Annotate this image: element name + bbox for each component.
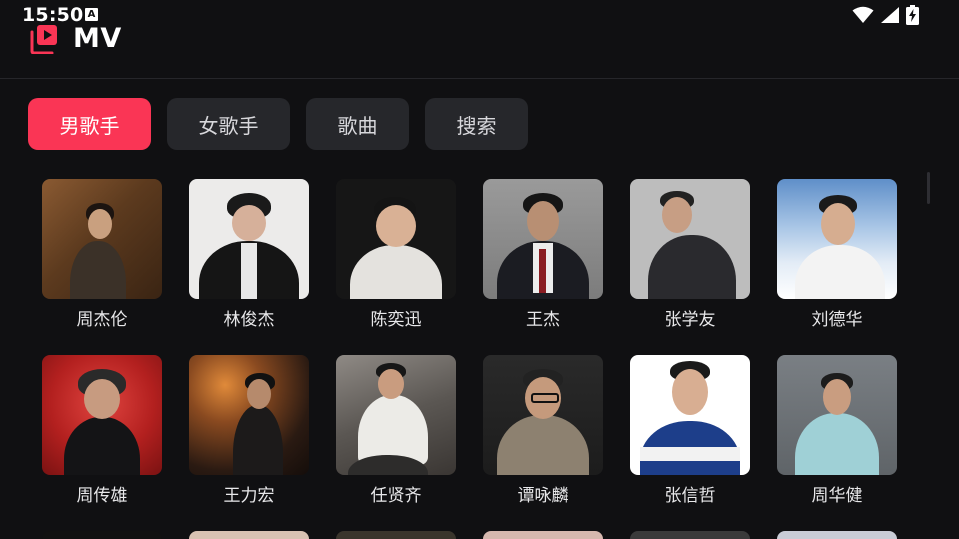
artist-card[interactable]: 周华健 [777, 355, 898, 506]
artist-photo[interactable] [630, 179, 750, 299]
artist-grid: 周杰伦 林俊杰 陈奕迅 王杰 张学友 刘德华 周传雄 王力宏 任贤齐 谭咏麟 张… [0, 0, 959, 539]
artist-photo[interactable] [483, 179, 603, 299]
artist-name: 王杰 [526, 310, 560, 330]
artist-name: 周传雄 [76, 486, 128, 506]
artist-card[interactable]: 周杰伦 [42, 179, 163, 330]
artist-card[interactable]: 王杰 [483, 179, 604, 330]
artist-photo-partial[interactable] [777, 531, 897, 539]
artist-card[interactable]: 刘德华 [777, 179, 898, 330]
artist-name: 谭咏麟 [517, 486, 569, 506]
artist-photo[interactable] [189, 179, 309, 299]
artist-card[interactable]: 张学友 [630, 179, 751, 330]
artist-card[interactable]: 任贤齐 [336, 355, 457, 506]
artist-photo[interactable] [777, 179, 897, 299]
artist-card[interactable]: 王力宏 [189, 355, 310, 506]
artist-photo[interactable] [42, 355, 162, 475]
artist-photo-partial[interactable] [483, 531, 603, 539]
artist-name: 林俊杰 [223, 310, 275, 330]
artist-card[interactable]: 谭咏麟 [483, 355, 604, 506]
artist-name: 张学友 [664, 310, 716, 330]
artist-name: 陈奕迅 [370, 310, 422, 330]
artist-card[interactable]: 陈奕迅 [336, 179, 457, 330]
artist-name: 王力宏 [223, 486, 275, 506]
artist-name: 张信哲 [664, 486, 716, 506]
artist-photo-partial[interactable] [630, 531, 750, 539]
artist-card[interactable]: 林俊杰 [189, 179, 310, 330]
artist-name: 周杰伦 [76, 310, 128, 330]
artist-photo-partial[interactable] [189, 531, 309, 539]
artist-name: 周华健 [811, 486, 863, 506]
artist-photo-partial[interactable] [336, 531, 456, 539]
artist-photo[interactable] [336, 355, 456, 475]
artist-photo[interactable] [336, 179, 456, 299]
artist-card[interactable]: 张信哲 [630, 355, 751, 506]
artist-name: 刘德华 [811, 310, 863, 330]
artist-photo[interactable] [483, 355, 603, 475]
artist-photo[interactable] [189, 355, 309, 475]
artist-photo[interactable] [630, 355, 750, 475]
artist-name: 任贤齐 [370, 486, 422, 506]
artist-photo[interactable] [777, 355, 897, 475]
artist-photo[interactable] [42, 179, 162, 299]
app-screen: 15:50 A MV 男歌手 女歌手 歌曲 搜索 周杰伦 林俊杰 陈奕迅 王杰 … [0, 0, 959, 539]
artist-photo-partial[interactable] [42, 531, 162, 539]
artist-card[interactable]: 周传雄 [42, 355, 163, 506]
